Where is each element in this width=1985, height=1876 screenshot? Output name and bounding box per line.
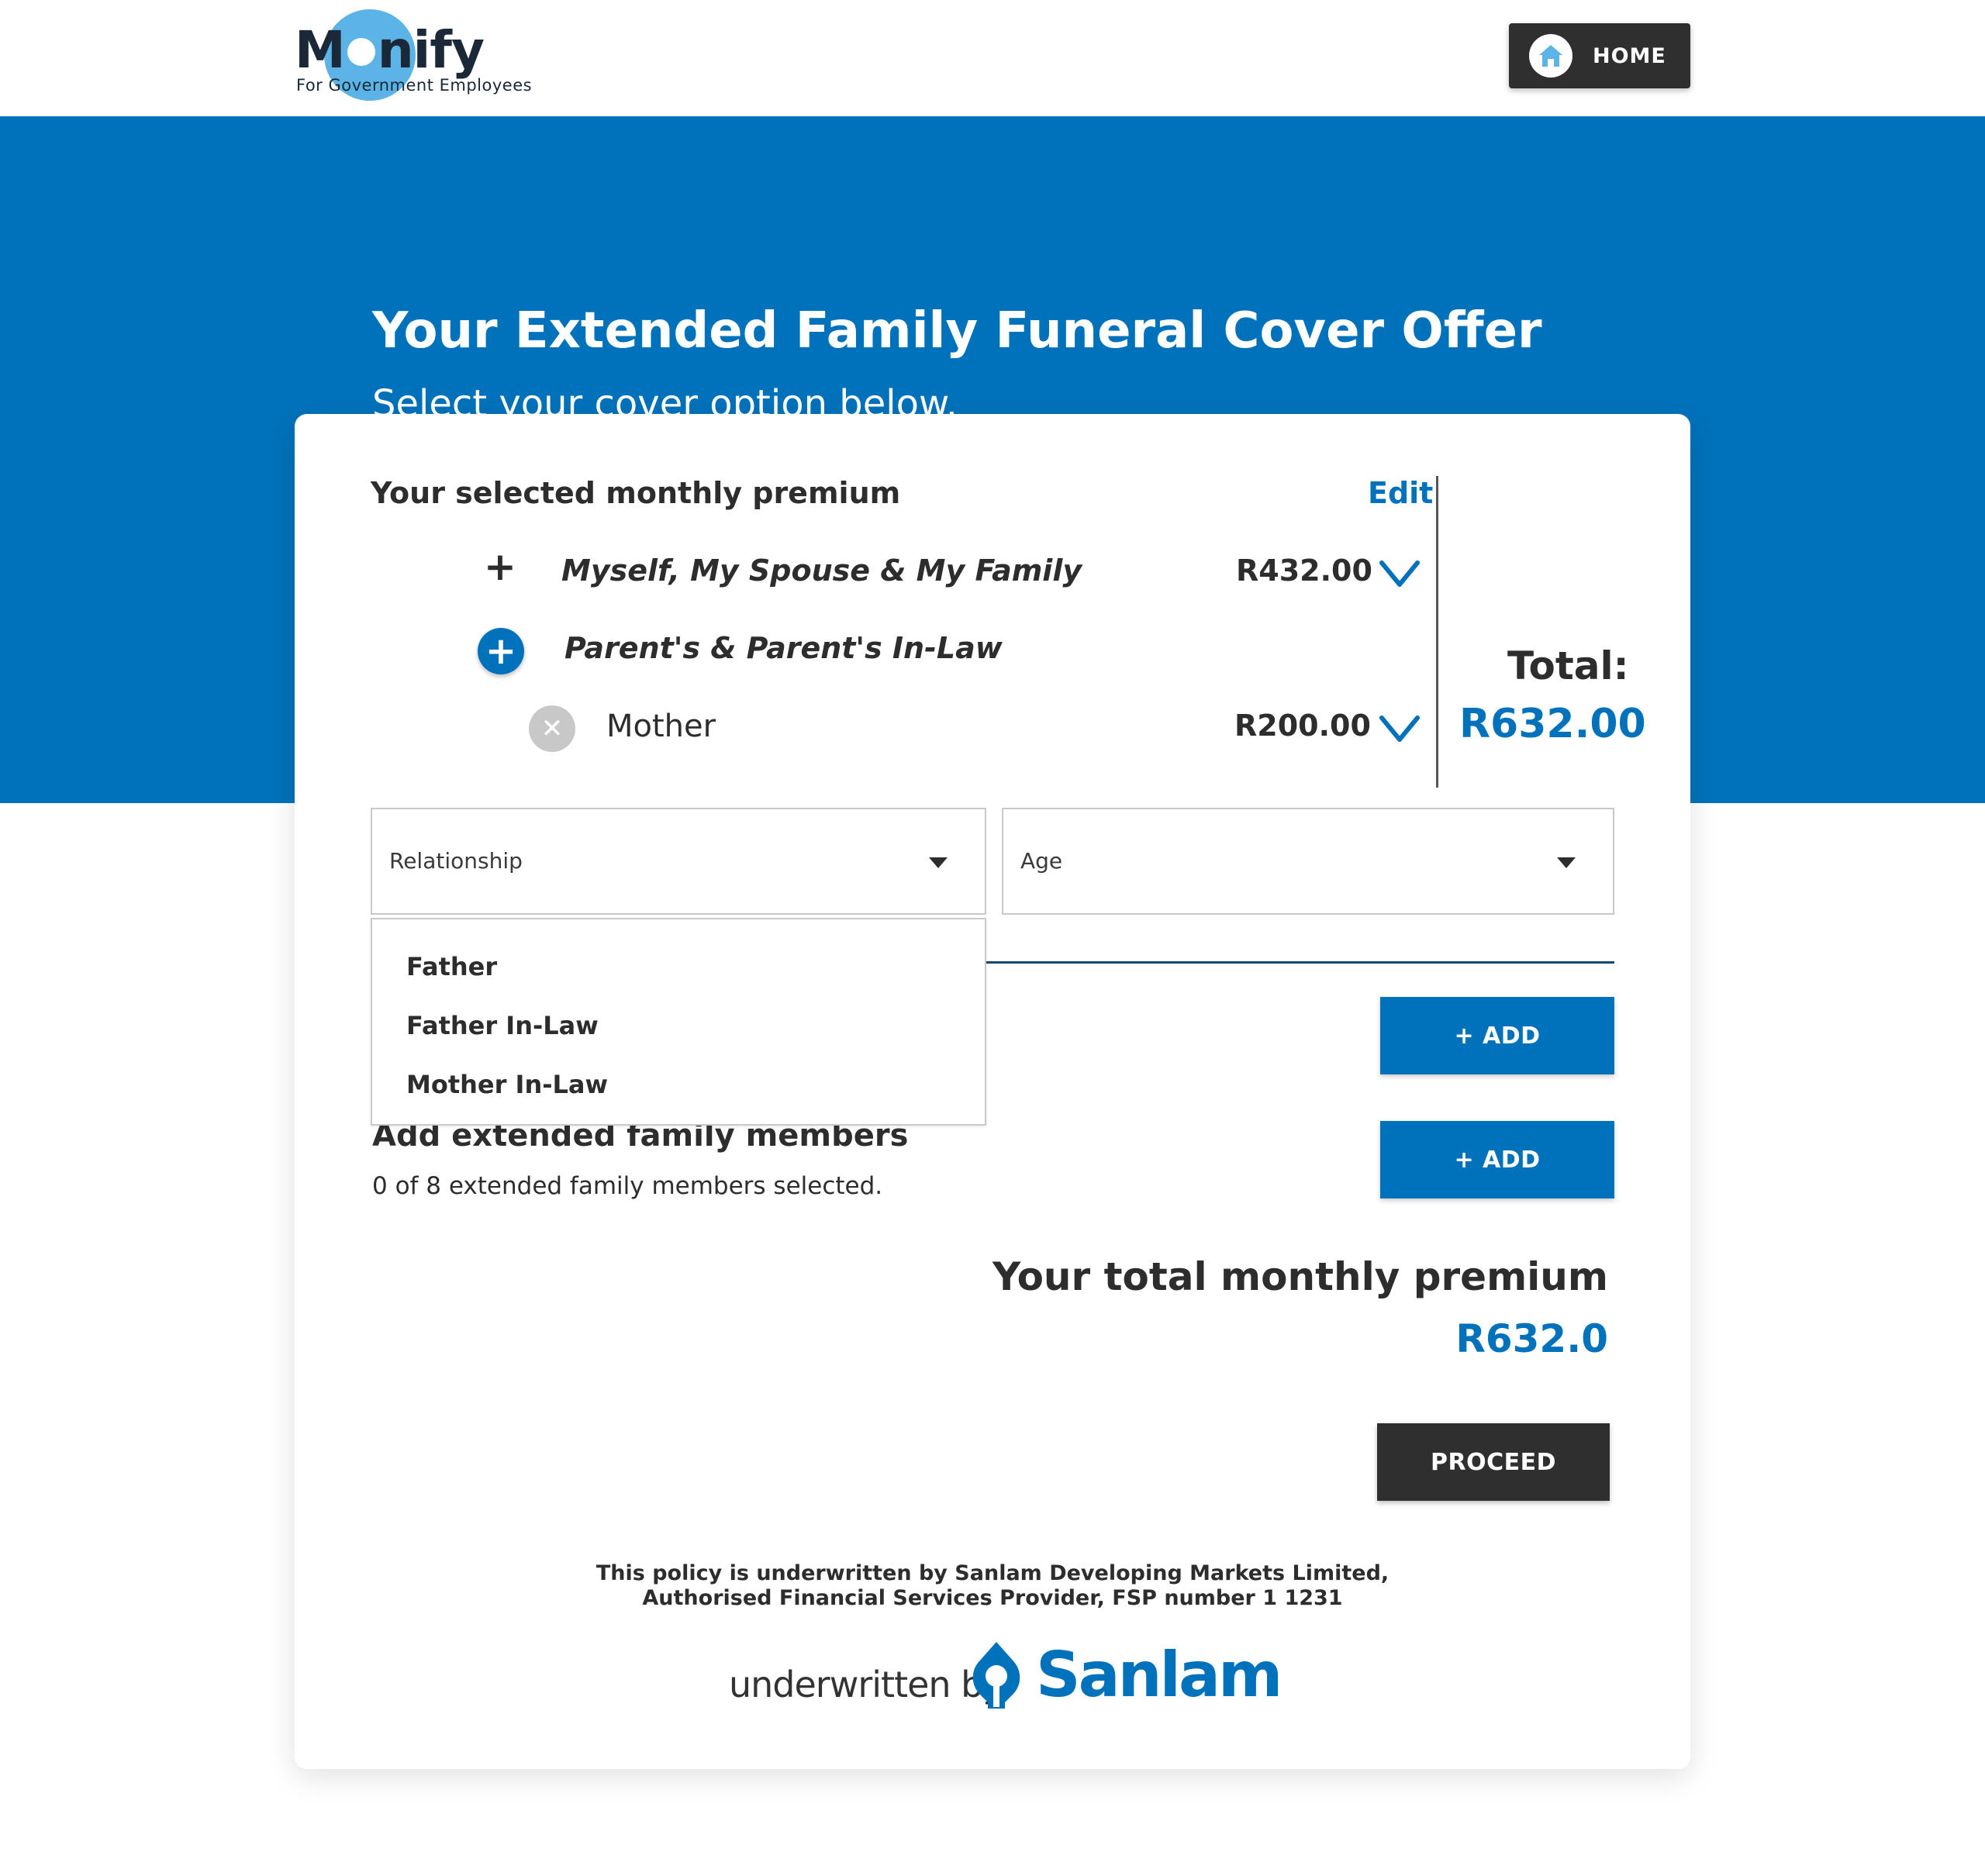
add-extended-member-button[interactable]: + ADD (1380, 1121, 1614, 1198)
cover-row-label-parents: Parent's & Parent's In-Law (564, 631, 1003, 665)
edit-link[interactable]: Edit (1368, 476, 1433, 510)
proceed-button[interactable]: PROCEED (1377, 1423, 1610, 1501)
selected-premium-title: Your selected monthly premium (371, 476, 901, 510)
disclaimer-line-1: This policy is underwritten by Sanlam De… (596, 1561, 1390, 1585)
page-title: Your Extended Family Funeral Cover Offer (372, 302, 1542, 360)
caret-down-icon (929, 857, 948, 868)
logo-tagline: For Government Employees (296, 76, 533, 95)
total-premium-value: R632.0 (1455, 1316, 1608, 1361)
plus-circle-icon[interactable]: + (478, 628, 524, 674)
plus-icon[interactable]: + (484, 547, 516, 586)
chevron-down-icon[interactable] (1379, 558, 1421, 589)
relationship-select[interactable]: Relationship (371, 808, 986, 915)
underwritten-by-text: underwritten by (729, 1664, 1004, 1705)
top-header: Mnify For Government Employees HOME (0, 0, 1985, 116)
offer-card: Your selected monthly premium Edit + Mys… (295, 414, 1690, 1769)
monify-logo[interactable]: Mnify For Government Employees (295, 9, 543, 102)
chevron-down-icon[interactable] (1379, 713, 1421, 744)
summary-divider (1436, 476, 1438, 788)
relationship-dropdown-menu: Father Father In-Law Mother In-Law (371, 918, 986, 1126)
home-button-label: HOME (1593, 43, 1666, 68)
caret-down-icon (1557, 857, 1576, 868)
cover-row-price-family: R432.00 (1236, 553, 1372, 588)
age-select[interactable]: Age (1002, 808, 1614, 915)
sanlam-wordmark: Sanlam (1036, 1639, 1282, 1711)
form-underline (986, 961, 1614, 964)
age-select-placeholder: Age (1020, 848, 1063, 874)
sanlam-logo-icon (972, 1642, 1020, 1709)
dropdown-option-father-in-law[interactable]: Father In-Law (406, 1011, 599, 1040)
cover-row-label-family: Myself, My Spouse & My Family (561, 553, 1082, 588)
logo-wordmark: Mnify (295, 20, 485, 80)
total-value: R632.00 (1459, 701, 1646, 747)
cover-row-label-mother: Mother (606, 709, 716, 744)
relationship-select-placeholder: Relationship (389, 848, 523, 874)
dropdown-option-mother-in-law[interactable]: Mother In-Law (406, 1070, 608, 1099)
total-premium-label: Your total monthly premium (992, 1254, 1608, 1299)
dropdown-option-father[interactable]: Father (406, 952, 497, 981)
cover-row-price-mother: R200.00 (1234, 709, 1371, 743)
remove-circle-icon[interactable]: ✕ (529, 705, 575, 752)
home-icon (1529, 34, 1572, 78)
home-button[interactable]: HOME (1509, 23, 1690, 88)
extended-family-count: 0 of 8 extended family members selected. (372, 1172, 883, 1200)
disclaimer-line-2: Authorised Financial Services Provider, … (642, 1586, 1343, 1610)
add-parent-button[interactable]: + ADD (1380, 997, 1614, 1074)
total-label: Total: (1507, 643, 1629, 688)
